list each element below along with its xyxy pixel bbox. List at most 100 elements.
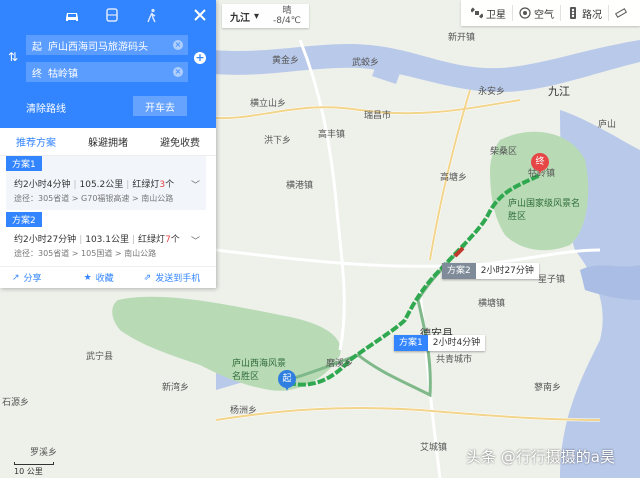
end-pin[interactable]: 终 [531,153,549,175]
favorite-button[interactable]: ★ 收藏 [84,271,114,285]
traffic-button[interactable]: 路况 [561,5,609,21]
plan-summary: 约2小时27分钟 | 103.1公里 | 红绿灯7个 [14,232,180,245]
plan-duration: 约2小时4分钟 [14,180,71,190]
bus-mode-tab[interactable] [92,4,132,28]
plan-duration: 约2小时27分钟 [14,235,77,245]
plan-via: 途径：305省道 > G70福银高速 > 南山公路 [14,194,174,203]
end-input-value: 牯岭镇 [48,68,78,80]
map-label: 罗溪乡 [30,448,58,458]
map-label: 永安乡 [478,87,506,97]
route-badge-time: 2小时4分钟 [427,335,486,351]
weather-temperature: -8/4℃ [273,16,301,26]
tab-avoid-tolls[interactable]: 避免收费 [144,134,216,149]
map-label: 武蛟乡 [352,58,380,68]
map-label: 瑞昌市 [364,111,392,121]
air-button[interactable]: 空气 [513,5,561,21]
plan-lights-unit: 个 [170,235,180,245]
drive-mode-tab[interactable] [52,4,92,28]
share-icon: ↗ [12,272,20,283]
chevron-down-icon[interactable]: ▾ [254,11,259,22]
tab-recommended[interactable]: 推荐方案 [0,134,72,149]
plan-lights-label: 红绿灯 [138,235,166,245]
map-label: 艾城镇 [420,443,448,453]
map-label: 共青城市 [436,355,473,365]
plan-tag: 方案1 [6,156,42,171]
traffic-label: 路况 [582,9,602,21]
watermark: 头条 @行行摄摄的a昊 [466,448,615,466]
route-badge-plan-2[interactable]: 方案2 2小时27分钟 [442,263,539,279]
route-badge-time: 2小时27分钟 [475,263,539,279]
end-pin-tail [537,167,543,174]
walk-icon [147,8,156,23]
more-tools-button[interactable] [609,5,636,21]
end-input[interactable]: 终 牯岭镇 × [26,62,188,82]
ruler-icon [615,8,627,18]
route-badge-label: 方案2 [442,263,476,279]
route-plan-2[interactable]: 方案2 约2小时27分钟 | 103.1公里 | 红绿灯7个 途径：305省道 > 10… [6,212,206,264]
chevron-down-icon[interactable]: ﹀ [191,234,200,247]
map-label: 横立山乡 [250,99,287,109]
map-label: 黄金乡 [272,56,300,66]
air-label: 空气 [534,9,554,21]
divider: | [126,180,130,190]
clear-end-icon[interactable]: × [173,67,183,77]
swap-icon[interactable]: ⇅ [8,50,18,64]
car-icon [66,13,78,21]
favorite-label: 收藏 [95,274,114,284]
plan-lights-label: 红绿灯 [132,180,160,190]
route-plan-1[interactable]: 方案1 约2小时4分钟 | 105.2公里 | 红绿灯3个 途径：305省道 > G70… [6,156,206,210]
start-driving-button[interactable]: 开车去 [133,96,187,116]
plan-distance: 103.1公里 [85,235,129,245]
traffic-light-icon [570,7,576,19]
map-label: 高丰镇 [318,130,346,140]
map-label-lushan-park: 庐山国家级风景名胜区 [508,199,581,222]
tab-avoid-congestion[interactable]: 躲避拥堵 [72,134,144,149]
map-label: 石源乡 [2,398,30,408]
plan-tag: 方案2 [6,212,42,227]
map-label: 磨溪乡 [326,359,354,369]
scale-bar [14,462,54,465]
map-label: 横港镇 [286,181,314,191]
map-label-jiujiang: 九江 [548,85,570,98]
city-name[interactable]: 九江 [230,9,250,24]
start-pin[interactable]: 起 [278,370,296,392]
start-input[interactable]: 起 庐山西海司马旅游码头 × [26,35,188,55]
city-weather-bar[interactable]: 九江 ▾ 晴 -8/4℃ [222,4,309,28]
map-label: 洪下乡 [264,136,292,146]
send-icon: ⇗ [143,272,152,283]
divider: | [79,235,83,245]
plan-distance: 105.2公里 [79,180,124,190]
route-panel: 起 庐山西海司马旅游码头 × ⇅ 终 牯岭镇 × + 清除路线 开车去 推荐方案… [0,0,216,288]
share-button[interactable]: ↗ 分享 [12,271,42,285]
scale-label: 10 公里 [14,467,43,476]
share-label: 分享 [23,274,42,284]
close-icon[interactable] [192,7,208,23]
divider: | [132,235,136,245]
add-waypoint-icon[interactable]: + [194,52,206,64]
map-label: 蓼南乡 [534,383,562,393]
map-label: 庐山 [598,120,617,130]
map-label: 武宁县 [86,352,114,362]
map-label: 高塘乡 [440,173,468,183]
map-label: 新湾乡 [162,383,190,393]
route-option-tabs: 推荐方案 躲避拥堵 避免收费 [0,128,216,156]
plan-lights-unit: 个 [165,180,175,190]
send-to-phone-button[interactable]: ⇗ 发送到手机 [143,271,201,285]
route-badge-plan-1[interactable]: 方案1 2小时4分钟 [394,335,486,351]
chevron-down-icon[interactable]: ﹀ [191,178,200,191]
clear-route-link[interactable]: 清除路线 [26,100,66,115]
end-input-label: 终 [32,68,42,80]
walk-mode-tab[interactable] [132,4,172,28]
route-panel-header: 起 庐山西海司马旅游码头 × ⇅ 终 牯岭镇 × + 清除路线 开车去 [0,0,216,128]
weather-condition: 晴 [282,6,292,16]
map-label: 杨洲乡 [230,406,258,416]
satellite-button[interactable]: 卫星 [465,5,513,21]
divider: | [73,180,77,190]
clear-start-icon[interactable]: × [173,40,183,50]
weather: 晴 -8/4℃ [273,6,301,26]
plan-summary: 约2小时4分钟 | 105.2公里 | 红绿灯3个 [14,177,174,190]
satellite-label: 卫星 [486,9,506,21]
map-label: 柴桑区 [490,147,518,157]
map-label: 星子镇 [538,275,566,285]
map-label: 横塘镇 [478,299,506,309]
